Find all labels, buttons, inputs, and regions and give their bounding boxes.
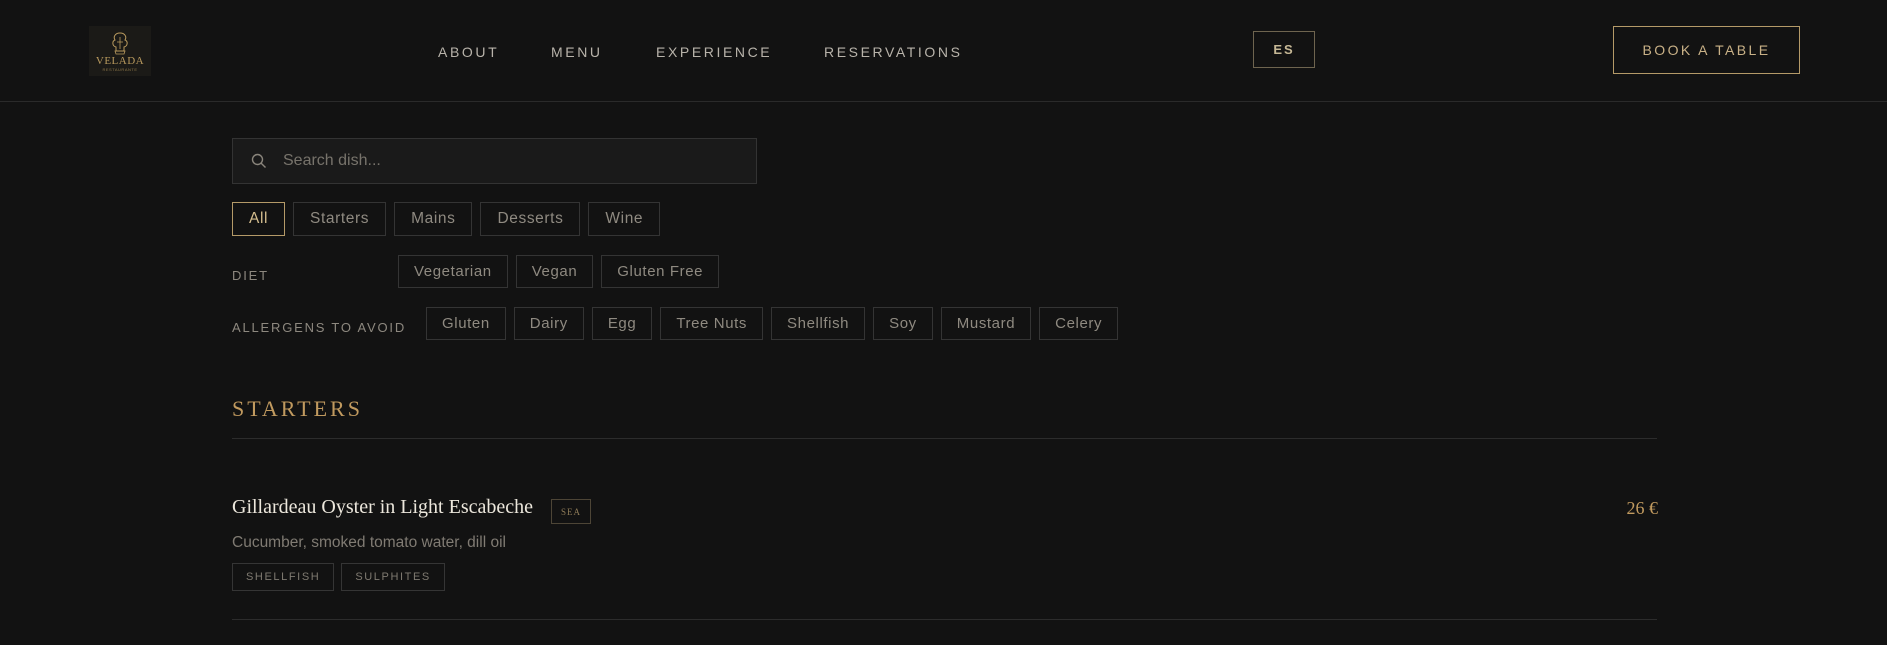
nav-menu[interactable]: MENU [551, 44, 603, 60]
nav-experience[interactable]: EXPERIENCE [656, 44, 772, 60]
site-header: VELADA RESTAURANTE ABOUT MENU EXPERIENCE… [0, 0, 1887, 102]
dish-allergens: SHELLFISH SULPHITES [232, 563, 452, 591]
category-starters[interactable]: Starters [293, 202, 387, 236]
category-desserts[interactable]: Desserts [480, 202, 581, 236]
dish-price: 26 € [1626, 498, 1659, 518]
section-divider [232, 438, 1657, 439]
search-icon [251, 153, 266, 168]
logo-subtext: RESTAURANTE [102, 66, 138, 72]
diet-label: DIET [232, 268, 269, 283]
language-toggle-button[interactable]: ES [1253, 31, 1315, 68]
allergen-filter: Gluten Dairy Egg Tree Nuts Shellfish Soy… [426, 307, 1126, 340]
allergen-badge: SULPHITES [341, 563, 445, 591]
search-input[interactable] [281, 151, 725, 171]
category-wine[interactable]: Wine [588, 202, 661, 236]
allergen-tree-nuts[interactable]: Tree Nuts [660, 307, 764, 340]
allergen-gluten[interactable]: Gluten [426, 307, 506, 340]
allergen-mustard[interactable]: Mustard [940, 307, 1032, 340]
diet-gluten-free[interactable]: Gluten Free [601, 255, 720, 288]
allergen-soy[interactable]: Soy [873, 307, 933, 340]
logo[interactable]: VELADA RESTAURANTE [89, 26, 151, 76]
allergen-badge: SHELLFISH [232, 563, 335, 591]
diet-filter: Vegetarian Vegan Gluten Free [398, 255, 727, 288]
nav-reservations[interactable]: RESERVATIONS [824, 44, 963, 60]
section-title: STARTERS [232, 396, 363, 421]
book-table-button[interactable]: BOOK A TABLE [1613, 26, 1800, 74]
logo-text: VELADA [95, 54, 145, 67]
search-box [232, 138, 757, 184]
diet-vegetarian[interactable]: Vegetarian [398, 255, 508, 288]
category-mains[interactable]: Mains [394, 202, 473, 236]
nav-about[interactable]: ABOUT [438, 44, 499, 60]
dish-tag-badge: SEA [551, 499, 591, 524]
allergen-celery[interactable]: Celery [1039, 307, 1119, 340]
dish-name: Gillardeau Oyster in Light Escabeche [232, 496, 533, 518]
category-all[interactable]: All [232, 202, 286, 236]
allergens-label: ALLERGENS TO AVOID [232, 320, 407, 335]
dish-description: Cucumber, smoked tomato water, dill oil [232, 534, 506, 551]
crest-icon [112, 31, 128, 54]
category-filter: All Starters Mains Desserts Wine [232, 202, 668, 236]
allergen-egg[interactable]: Egg [591, 307, 653, 340]
diet-vegan[interactable]: Vegan [515, 255, 594, 288]
allergen-dairy[interactable]: Dairy [513, 307, 584, 340]
dish-divider [232, 619, 1657, 620]
allergen-shellfish[interactable]: Shellfish [771, 307, 866, 340]
